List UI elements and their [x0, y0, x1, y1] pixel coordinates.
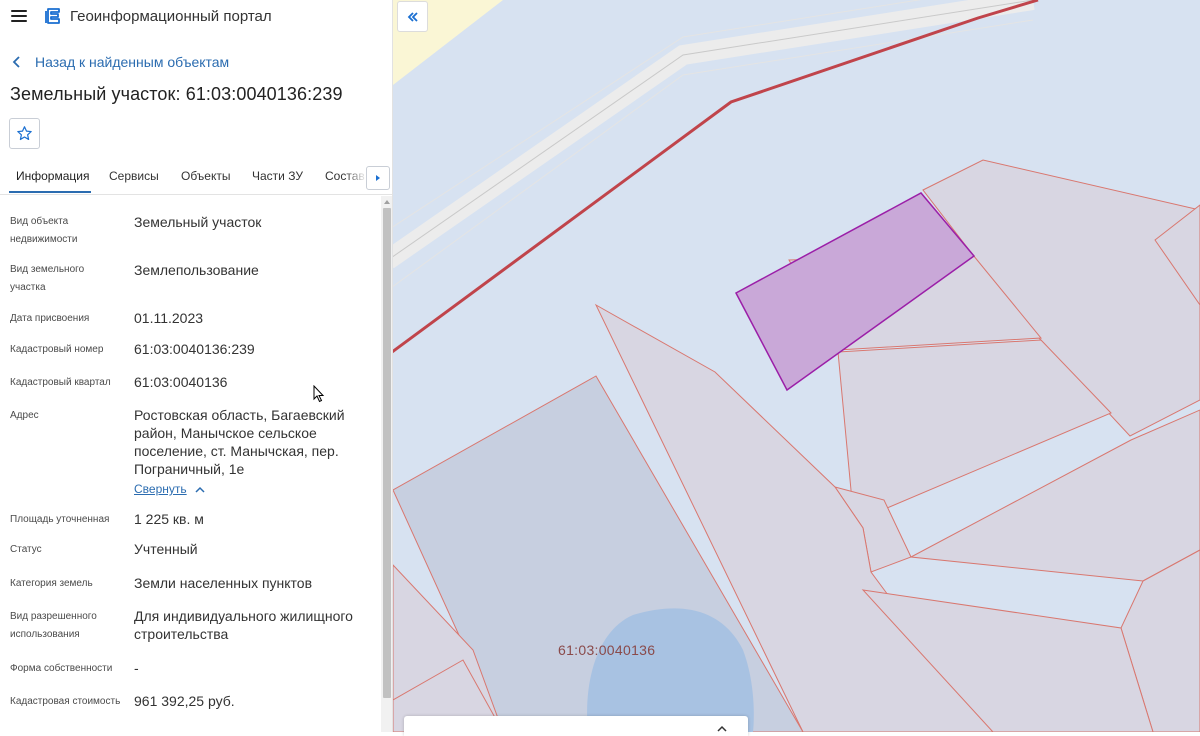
back-to-results-link[interactable]: Назад к найденным объектам — [10, 52, 229, 72]
map-canvas[interactable] — [393, 0, 1200, 732]
favorite-button[interactable] — [9, 118, 40, 149]
label-cadastral-value: Кадастровая стоимость — [10, 696, 121, 707]
tab-fade — [345, 163, 367, 191]
value-cadastral-quarter: 61:03:0040136 — [134, 374, 228, 390]
value-land-type: Землепользование — [134, 262, 259, 278]
label-area: Площадь уточненная — [10, 514, 110, 525]
back-link-label: Назад к найденным объектам — [35, 54, 230, 70]
label-address: Адрес — [10, 410, 39, 421]
scroll-up-arrow-icon[interactable] — [383, 198, 391, 206]
value-cadastral-number: 61:03:0040136:239 — [134, 341, 255, 357]
label-assigned-date: Дата присвоения — [10, 313, 90, 324]
value-ownership: - — [134, 660, 139, 676]
tab-services[interactable]: Сервисы — [109, 169, 159, 183]
collapse-address-link[interactable]: Свернуть — [134, 482, 205, 496]
label-cadastral-quarter: Кадастровый квартал — [10, 377, 111, 388]
scrollbar-thumb[interactable] — [383, 208, 391, 698]
chevron-up-icon[interactable] — [717, 725, 727, 732]
mouse-cursor-icon — [313, 385, 325, 403]
tab-objects[interactable]: Объекты — [181, 169, 231, 183]
panel-scrollbar[interactable] — [381, 196, 392, 732]
quarter-label: 61:03:0040136 — [558, 642, 656, 658]
top-bar: Геоинформационный портал — [0, 0, 392, 36]
value-cadastral-value: 961 392,25 руб. — [134, 693, 235, 709]
portal-logo-icon — [45, 8, 60, 24]
chevron-left-icon — [12, 56, 20, 68]
tab-land-parts[interactable]: Части ЗУ — [252, 169, 303, 183]
value-address: Ростовская область, Багаевский район, Ма… — [134, 407, 345, 477]
double-chevron-left-icon — [407, 11, 418, 22]
label-object-type: Вид объекта недвижимости — [10, 216, 78, 245]
bottom-card[interactable] — [404, 716, 748, 736]
page-title: Земельный участок: 61:03:0040136:239 — [10, 84, 343, 104]
label-permitted-use: Вид разрешенного использования — [10, 611, 97, 640]
value-assigned-date: 01.11.2023 — [134, 310, 204, 326]
info-list: Вид объекта недвижимости Земельный участ… — [0, 196, 380, 732]
collapse-label: Свернуть — [134, 482, 187, 496]
label-cadastral-number: Кадастровый номер — [10, 344, 104, 355]
caret-right-icon — [376, 175, 380, 181]
tab-bar: Информация Сервисы Объекты Части ЗУ Сост… — [0, 162, 392, 195]
collapse-panel-button[interactable] — [397, 1, 428, 32]
value-status: Учтенный — [134, 541, 198, 557]
value-permitted-use: Для индивидуального жилищного строительс… — [134, 608, 353, 642]
label-status: Статус — [10, 544, 42, 555]
tab-information[interactable]: Информация — [16, 169, 89, 183]
label-ownership: Форма собственности — [10, 663, 113, 674]
chevron-up-icon — [195, 486, 205, 493]
value-area: 1 225 кв. м — [134, 511, 204, 527]
star-icon — [17, 126, 32, 141]
hamburger-menu-icon[interactable] — [11, 9, 27, 23]
value-land-category: Земли населенных пунктов — [134, 575, 313, 591]
app-title: Геоинформационный портал — [70, 8, 272, 25]
info-panel: Геоинформационный портал Назад к найденн… — [0, 0, 393, 732]
tabs-scroll-right-button[interactable] — [366, 166, 390, 190]
label-land-category: Категория земель — [10, 578, 93, 589]
value-object-type: Земельный участок — [134, 214, 262, 230]
map-view[interactable]: 61:03:0040136 — [393, 0, 1200, 732]
label-land-type: Вид земельного участка — [10, 264, 85, 293]
active-tab-indicator — [9, 191, 91, 193]
